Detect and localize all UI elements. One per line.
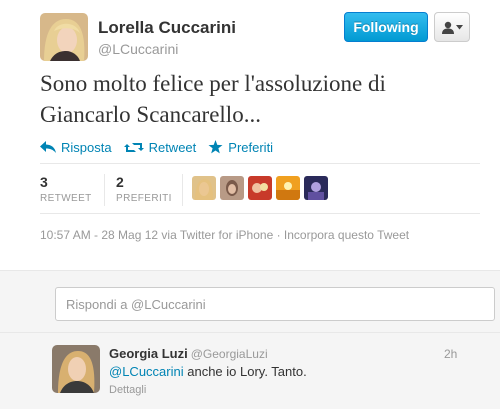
reply-author-handle: @GeorgiaLuzi	[190, 347, 268, 361]
retweet-action[interactable]: Retweet	[123, 139, 197, 155]
tweet-text: Sono molto felice per l'assoluzione di G…	[40, 71, 386, 127]
favoriter-avatar[interactable]	[276, 176, 300, 200]
reply-action-label: Risposta	[61, 139, 112, 155]
tweet-actions: Risposta Retweet Preferiti	[40, 137, 285, 157]
favoriter-avatar[interactable]	[248, 176, 272, 200]
tweet-header: Lorella Cuccarini @LCuccarini Following	[40, 12, 480, 65]
user-icon	[441, 21, 454, 34]
retweet-count-value: 3	[40, 174, 48, 190]
divider	[40, 163, 480, 164]
following-button[interactable]: Following	[344, 12, 428, 42]
user-actions-dropdown[interactable]	[434, 12, 470, 42]
reply-author-avatar[interactable]	[52, 345, 100, 393]
divider	[40, 213, 480, 214]
stats-separator	[104, 174, 105, 206]
favorite-count-label: PREFERITI	[116, 193, 172, 204]
reply-section: Rispondi a @LCuccarini Georgia Luzi @Geor…	[0, 270, 500, 409]
author-avatar[interactable]	[40, 13, 88, 61]
author-handle[interactable]: @LCuccarini	[98, 41, 178, 57]
reply-tweet[interactable]: Georgia Luzi @GeorgiaLuzi 2h @LCuccarini …	[0, 332, 500, 409]
favorite-count[interactable]: 2 PREFERITI	[116, 174, 172, 204]
reply-mention-link[interactable]: @LCuccarini	[109, 364, 184, 379]
tweet-meta[interactable]: 10:57 AM - 28 Mag 12 via Twitter for iPh…	[40, 228, 409, 242]
favoriter-avatar[interactable]	[192, 176, 216, 200]
reply-body: anche io Lory. Tanto.	[183, 364, 307, 379]
reply-action[interactable]: Risposta	[40, 140, 112, 155]
reply-icon	[40, 141, 56, 153]
reply-text: @LCuccarini anche io Lory. Tanto.	[109, 364, 307, 379]
favoriter-avatar[interactable]	[220, 176, 244, 200]
favorite-count-value: 2	[116, 174, 124, 190]
reply-author-name: Georgia Luzi	[109, 346, 188, 361]
favorite-action[interactable]: Preferiti	[208, 140, 273, 155]
favoriter-avatar[interactable]	[304, 176, 328, 200]
favoriters-avatars	[192, 176, 328, 200]
retweet-action-label: Retweet	[148, 139, 197, 155]
stats-separator	[182, 174, 183, 206]
retweet-count-label: RETWEET	[40, 193, 92, 204]
reply-timestamp[interactable]: 2h	[444, 347, 457, 361]
author-name[interactable]: Lorella Cuccarini	[98, 18, 236, 38]
reply-input[interactable]: Rispondi a @LCuccarini	[55, 287, 495, 321]
retweet-icon	[123, 142, 144, 152]
retweet-count[interactable]: 3 RETWEET	[40, 174, 92, 204]
reply-author[interactable]: Georgia Luzi @GeorgiaLuzi	[109, 346, 268, 361]
reply-details-link[interactable]: Dettagli	[109, 384, 146, 396]
star-icon	[208, 140, 223, 154]
favorite-action-label: Preferiti	[228, 139, 274, 155]
caret-down-icon	[455, 24, 463, 29]
